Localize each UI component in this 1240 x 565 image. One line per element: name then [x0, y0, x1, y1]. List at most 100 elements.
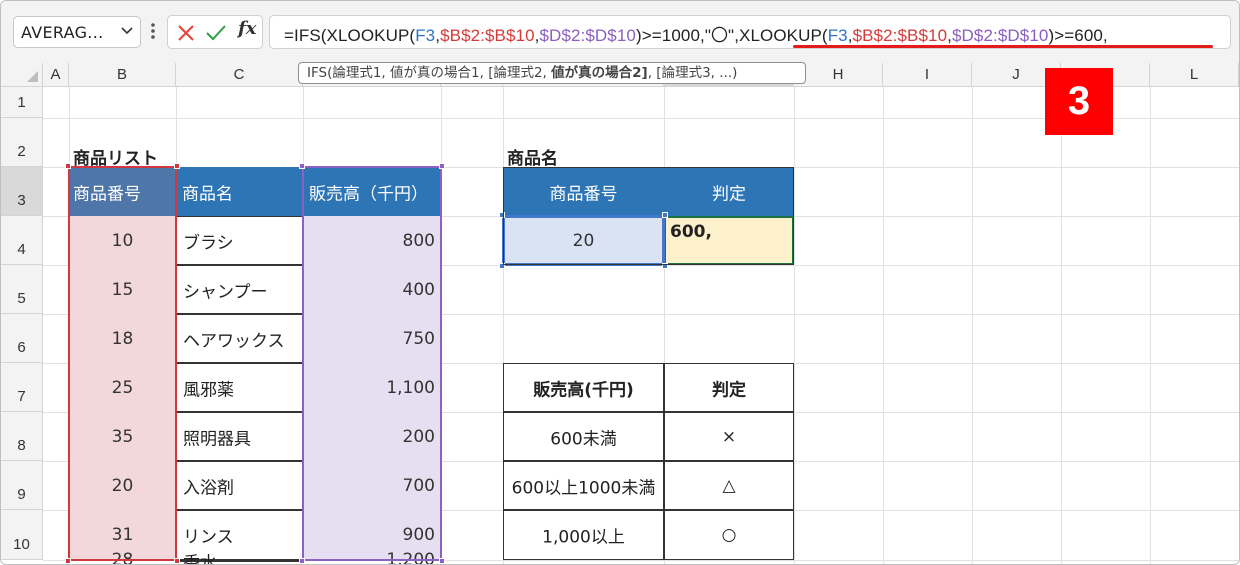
row-header-3[interactable]: 3: [1, 167, 43, 216]
range-handle[interactable]: [299, 558, 305, 564]
cell-sales[interactable]: 200: [303, 412, 441, 461]
tooltip-current-arg: 値が真の場合2]: [551, 65, 648, 81]
cell-sales[interactable]: 700: [303, 461, 441, 510]
column-header-h[interactable]: H: [794, 63, 883, 87]
row-number: 5: [17, 290, 26, 307]
cell-product-name[interactable]: 照明器具: [176, 412, 303, 461]
row-number: 6: [17, 339, 26, 356]
row-header-6[interactable]: 6: [1, 314, 43, 363]
formula-token: =IFS(XLOOKUP(: [284, 26, 416, 45]
cell-sales[interactable]: 1,100: [303, 363, 441, 412]
row-header-2[interactable]: 2: [1, 118, 43, 167]
header-sales-text: 販売高（千円）: [309, 184, 428, 204]
range-handle[interactable]: [499, 263, 505, 269]
row-number: 4: [17, 241, 26, 258]
cell-product-name[interactable]: シャンプー: [176, 265, 303, 314]
formula-token: F3: [415, 26, 436, 45]
row-number: 1: [17, 94, 26, 111]
select-all-corner[interactable]: [1, 63, 43, 87]
lookup-header-judgement[interactable]: 判定: [664, 167, 794, 216]
range-handle[interactable]: [65, 163, 71, 169]
lookup-title-text: 商品名: [507, 149, 558, 169]
active-editing-cell[interactable]: 600,: [664, 216, 794, 265]
row-header-10[interactable]: 10: [1, 510, 43, 560]
row-header-4[interactable]: 4: [1, 216, 43, 265]
column-header-l[interactable]: L: [1150, 63, 1239, 87]
cell-product-no[interactable]: 25: [69, 363, 176, 412]
cell-product-name[interactable]: 入浴剤: [176, 461, 303, 510]
criteria-mark-cell[interactable]: ○: [664, 510, 794, 560]
range-handle[interactable]: [299, 163, 305, 169]
row-number: 3: [17, 192, 26, 209]
header-product-no[interactable]: 商品番号: [69, 167, 176, 216]
insert-function-icon[interactable]: fx: [238, 18, 256, 39]
cell-product-no[interactable]: 18: [69, 314, 176, 363]
excel-window: AVERAG... fx =IFS(XLOOKUP(F3,$B$2:$B$10,…: [0, 0, 1240, 565]
cell-product-no[interactable]: 20: [69, 461, 176, 510]
cell-product-name[interactable]: ブラシ: [176, 216, 303, 265]
criteria-mark-cell[interactable]: △: [664, 461, 794, 510]
criteria-range-cell-text: 1,000以上: [542, 527, 625, 548]
row-number: 9: [17, 486, 26, 503]
row-header-8[interactable]: 8: [1, 412, 43, 461]
formula-token: $D$2:$D$10: [539, 26, 636, 45]
criteria-range-cell-text: 600以上1000未満: [511, 478, 656, 498]
cell-sales[interactable]: 400: [303, 265, 441, 314]
column-header-a[interactable]: A: [43, 63, 69, 87]
criteria-range-cell[interactable]: 600以上1000未満: [503, 461, 664, 510]
header-product-name[interactable]: 商品名: [176, 167, 303, 216]
cell-product-no[interactable]: 35: [69, 412, 176, 461]
column-header-c[interactable]: C: [176, 63, 303, 87]
criteria-range-cell[interactable]: 1,000以上: [503, 510, 664, 560]
lookup-input-cell-text: 20: [572, 230, 595, 251]
criteria-header-sales[interactable]: 販売高(千円): [503, 363, 664, 412]
range-handle[interactable]: [174, 558, 180, 564]
criteria-header-judgement[interactable]: 判定: [664, 363, 794, 412]
range-handle[interactable]: [439, 163, 445, 169]
cell-product-no-text: 10: [111, 230, 134, 251]
cell-sales-text: 900: [402, 525, 435, 545]
cancel-icon[interactable]: [174, 21, 198, 45]
header-sales[interactable]: 販売高（千円）: [303, 167, 441, 216]
gridline-vertical: [972, 87, 973, 564]
lookup-title[interactable]: 商品名: [503, 118, 794, 169]
lookup-input-cell[interactable]: 20: [503, 216, 664, 265]
criteria-range-cell[interactable]: 600未満: [503, 412, 664, 461]
cell-product-name[interactable]: ヘアワックス: [176, 314, 303, 363]
criteria-header-sales-text: 販売高(千円): [533, 380, 634, 400]
chevron-down-icon[interactable]: [120, 23, 134, 37]
range-handle[interactable]: [662, 212, 668, 218]
highlight-underline: [793, 45, 1213, 48]
range-handle[interactable]: [662, 263, 668, 269]
cell-sales-text: 400: [402, 279, 435, 300]
row-header-1[interactable]: 1: [1, 87, 43, 118]
cell-sales[interactable]: 750: [303, 314, 441, 363]
criteria-mark-cell[interactable]: ×: [664, 412, 794, 461]
row-header-9[interactable]: 9: [1, 461, 43, 510]
name-box[interactable]: AVERAG...: [13, 16, 141, 48]
product-list-title[interactable]: 商品リスト: [69, 118, 303, 169]
range-handle[interactable]: [499, 212, 505, 218]
tooltip-text-rest: , [論理式3, ...): [647, 65, 738, 81]
cell-product-name-text: シャンプー: [183, 282, 268, 302]
more-options-icon[interactable]: [148, 19, 158, 43]
cell-product-no[interactable]: 10: [69, 216, 176, 265]
formula-token: F3: [827, 26, 848, 45]
formula-input[interactable]: =IFS(XLOOKUP(F3,$B$2:$B$10,$D$2:$D$10)>=…: [269, 15, 1231, 49]
cell-product-name-text: ヘアワックス: [183, 331, 285, 351]
column-header-i[interactable]: I: [883, 63, 972, 87]
range-handle[interactable]: [174, 163, 180, 169]
cell-product-name[interactable]: 香水: [176, 554, 303, 564]
cell-product-no[interactable]: 15: [69, 265, 176, 314]
cell-sales[interactable]: 800: [303, 216, 441, 265]
range-handle[interactable]: [439, 558, 445, 564]
lookup-header-product-no[interactable]: 商品番号: [503, 167, 664, 216]
cell-product-name[interactable]: 風邪薬: [176, 363, 303, 412]
column-header-b[interactable]: B: [69, 63, 176, 87]
enter-check-icon[interactable]: [204, 21, 228, 45]
formula-token: )>=1000,"〇",XLOOKUP(: [635, 26, 828, 45]
name-box-value: AVERAG...: [21, 23, 104, 42]
range-handle[interactable]: [65, 558, 71, 564]
row-header-7[interactable]: 7: [1, 363, 43, 412]
row-header-5[interactable]: 5: [1, 265, 43, 314]
